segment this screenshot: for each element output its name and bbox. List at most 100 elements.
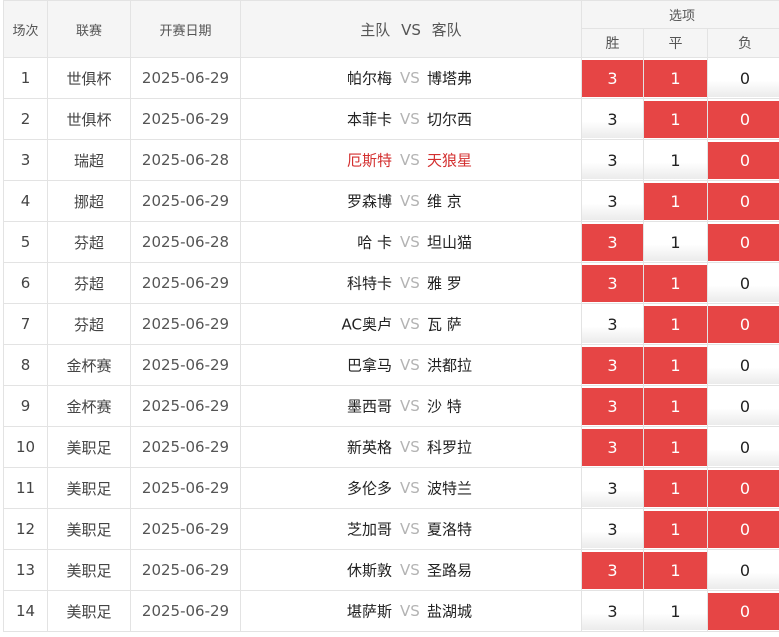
league-name: 金杯赛 (47, 385, 131, 427)
draw-cell: 1 (643, 467, 708, 509)
win-cell: 3 (581, 98, 644, 140)
draw-option-button[interactable]: 1 (644, 387, 707, 425)
league-name: 世俱杯 (47, 57, 131, 99)
draw-option-button[interactable]: 1 (644, 59, 707, 97)
match-teams: 科特卡 VS 雅 罗 (240, 262, 582, 304)
lose-cell: 0 (706, 303, 779, 345)
win-option-button[interactable]: 3 (582, 141, 643, 179)
table-row: 11 美职足 2025-06-29 多伦多 VS 波特兰 3 1 0 (3, 467, 779, 509)
lose-cell: 0 (706, 98, 779, 140)
table-row: 4 挪超 2025-06-29 罗森博 VS 维 京 310 (3, 180, 779, 222)
lose-option-button[interactable]: 0 (708, 141, 779, 179)
lose-cell: 0 (706, 221, 779, 263)
table-row: 2 世俱杯 2025-06-29 本菲卡 VS 切尔西 3 1 0 (3, 98, 779, 140)
match-date: 2025-06-29 (130, 385, 241, 427)
lose-cell: 0 (706, 180, 779, 222)
win-option-button[interactable]: 3 (582, 428, 643, 466)
match-teams: 哈 卡 VS 坦山猫 (240, 221, 582, 263)
vs-label: VS (400, 479, 420, 497)
lose-option-button[interactable]: 0 (708, 182, 779, 220)
draw-option-button[interactable]: 1 (644, 264, 707, 302)
win-cell: 3 (581, 303, 644, 345)
league-name: 美职足 (47, 426, 131, 468)
win-option-button[interactable]: 3 (582, 100, 643, 138)
lose-option-button[interactable]: 0 (708, 305, 779, 343)
lose-cell: 0 (706, 467, 779, 509)
match-number: 11 (3, 467, 48, 509)
lose-option-button[interactable]: 0 (708, 100, 779, 138)
match-number: 9 (3, 385, 48, 427)
lose-option-button[interactable]: 0 (708, 59, 779, 97)
win-cell: 3 (581, 590, 644, 632)
league-name: 美职足 (47, 508, 131, 550)
win-option-button[interactable]: 3 (582, 305, 643, 343)
vs-label: VS (400, 438, 420, 456)
match-date: 2025-06-29 (130, 344, 241, 386)
vs-label: VS (400, 356, 420, 374)
away-team: 切尔西 (427, 110, 473, 129)
away-team: 瓦 萨 (427, 315, 462, 334)
win-cell: 3 (581, 221, 644, 263)
draw-option-button[interactable]: 1 (644, 469, 707, 507)
match-teams: 芝加哥 VS 夏洛特 (240, 508, 582, 550)
draw-option-button[interactable]: 1 (644, 551, 707, 589)
away-team: 博塔弗 (427, 69, 473, 88)
win-option-button[interactable]: 3 (582, 592, 643, 630)
draw-option-button[interactable]: 1 (644, 305, 707, 343)
header-options: 选项 (580, 0, 779, 29)
match-number: 13 (3, 549, 48, 591)
lose-option-button[interactable]: 0 (708, 551, 779, 589)
header-lose: 负 (706, 28, 779, 58)
win-option-button[interactable]: 3 (582, 182, 643, 220)
win-option-button[interactable]: 3 (582, 264, 643, 302)
draw-option-button[interactable]: 1 (644, 141, 707, 179)
win-cell: 3 (581, 426, 644, 468)
home-team: 多伦多 (346, 479, 392, 498)
lose-option-button[interactable]: 0 (708, 346, 779, 384)
win-option-button[interactable]: 3 (582, 387, 643, 425)
lose-option-button[interactable]: 0 (708, 469, 779, 507)
draw-option-button[interactable]: 1 (644, 428, 707, 466)
match-options-table: 场次 联赛 开赛日期 主队 VS 客队 选项 胜 平 负 1 世俱杯 2025-06… (3, 0, 779, 632)
table-row: 3 瑞超 2025-06-28 厄斯特 VS 天狼星 3 1 0 (3, 139, 779, 181)
away-team: 天狼星 (427, 151, 473, 170)
match-teams: 厄斯特 VS 天狼星 (240, 139, 582, 181)
draw-option-button[interactable]: 1 (644, 223, 707, 261)
table-row: 14 美职足 2025-06-29 堪萨斯 VS 盐湖城 3 1 0 (3, 590, 779, 632)
win-cell: 3 (581, 467, 644, 509)
lose-option-button[interactable]: 0 (708, 428, 779, 466)
lose-cell: 0 (706, 262, 779, 304)
lose-option-button[interactable]: 0 (708, 387, 779, 425)
league-name: 芬超 (47, 303, 131, 345)
lose-option-button[interactable]: 0 (708, 223, 779, 261)
match-date: 2025-06-29 (130, 303, 241, 345)
match-date: 2025-06-29 (130, 98, 241, 140)
match-number: 14 (3, 590, 48, 632)
match-number: 5 (3, 221, 48, 263)
win-option-button[interactable]: 3 (582, 59, 643, 97)
match-number: 12 (3, 508, 48, 550)
league-name: 美职足 (47, 549, 131, 591)
win-option-button[interactable]: 3 (582, 469, 643, 507)
table-row: 10 美职足 2025-06-29 新英格 VS 科罗拉 3 1 0 (3, 426, 779, 468)
match-teams: 巴拿马 VS 洪都拉 (240, 344, 582, 386)
win-option-button[interactable]: 3 (582, 510, 643, 548)
draw-option-button[interactable]: 1 (644, 592, 707, 630)
league-name: 美职足 (47, 590, 131, 632)
match-teams: 新英格 VS 科罗拉 (240, 426, 582, 468)
draw-option-button[interactable]: 1 (644, 346, 707, 384)
draw-cell: 1 (643, 385, 708, 427)
lose-option-button[interactable]: 0 (708, 592, 779, 630)
win-option-button[interactable]: 3 (582, 551, 643, 589)
draw-option-button[interactable]: 1 (644, 100, 707, 138)
lose-option-button[interactable]: 0 (708, 264, 779, 302)
header-home: 主队 (360, 20, 391, 39)
draw-option-button[interactable]: 1 (644, 510, 707, 548)
win-option-button[interactable]: 3 (582, 223, 643, 261)
match-number: 6 (3, 262, 48, 304)
away-team: 雅 罗 (427, 274, 462, 293)
draw-option-button[interactable]: 1 (644, 182, 707, 220)
home-team: AC奥卢 (341, 315, 392, 334)
win-option-button[interactable]: 3 (582, 346, 643, 384)
lose-option-button[interactable]: 0 (708, 510, 779, 548)
